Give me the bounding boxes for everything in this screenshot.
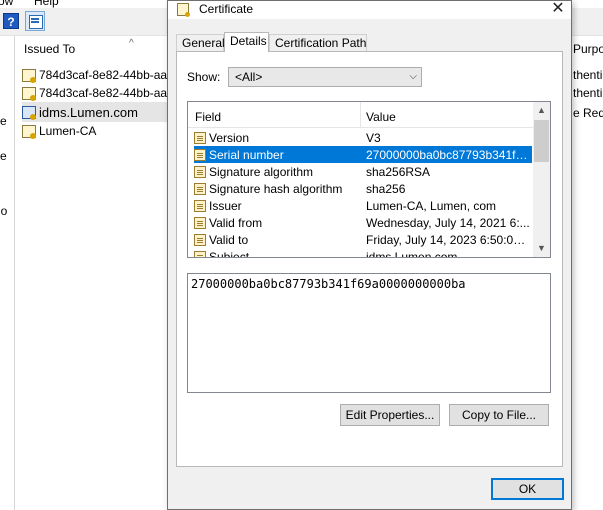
copy-to-file-button[interactable]: Copy to File... — [449, 404, 549, 426]
scrollbar-thumb[interactable] — [534, 120, 549, 162]
certificate-purpose: e Requ — [573, 106, 603, 120]
tree-item-fragment[interactable]: tie — [0, 149, 7, 163]
field-name: Valid to — [209, 232, 249, 247]
field-row[interactable]: Subject idms.Lumen.com — [194, 248, 532, 258]
field-value: Lumen-CA, Lumen, com — [366, 198, 497, 213]
tree-item-fragment[interactable]: ho — [0, 204, 7, 218]
show-dropdown-value: <All> — [235, 70, 263, 84]
field-row[interactable]: Issuer Lumen-CA, Lumen, com — [194, 197, 532, 214]
field-icon — [194, 148, 206, 161]
tab-general[interactable]: General — [176, 34, 225, 52]
field-value: V3 — [366, 130, 381, 145]
column-header-intended-purposes[interactable]: Purpo — [573, 42, 603, 56]
certificate-icon — [177, 3, 190, 17]
show-hide-console-tree-icon[interactable] — [25, 11, 45, 31]
field-name: Signature hash algorithm — [209, 181, 343, 196]
field-row-selected[interactable]: Serial number 27000000ba0bc87793b341f69.… — [194, 146, 532, 163]
edit-properties-button[interactable]: Edit Properties... — [340, 404, 440, 426]
tree-item-fragment[interactable]: tie — [0, 114, 7, 128]
field-value: idms.Lumen.com — [366, 249, 458, 258]
certificate-name: 784d3caf-8e82-44bb-aa0 — [39, 86, 174, 100]
scroll-down-icon[interactable]: ▼ — [533, 240, 550, 257]
field-icon — [194, 182, 206, 195]
field-icon — [194, 216, 206, 229]
chevron-down-icon: ⌵ — [409, 71, 417, 82]
fields-list-header: Field Value — [188, 102, 533, 128]
field-row[interactable]: Signature algorithm sha256RSA — [194, 163, 532, 180]
field-icon — [194, 233, 206, 246]
column-divider[interactable] — [360, 102, 361, 128]
field-row[interactable]: Valid from Wednesday, July 14, 2021 6:..… — [194, 214, 532, 231]
certificate-icon — [22, 86, 36, 101]
field-value: sha256RSA — [366, 164, 431, 179]
field-row[interactable]: Signature hash algorithm sha256 — [194, 180, 532, 197]
field-value-textbox[interactable]: 27000000ba0bc87793b341f69a0000000000ba — [187, 273, 551, 393]
menu-item-view[interactable]: ow — [0, 0, 13, 8]
field-icon — [194, 199, 206, 212]
field-icon — [194, 250, 206, 257]
dialog-title: Certificate — [199, 2, 254, 16]
help-icon[interactable]: ? — [3, 13, 19, 29]
field-row[interactable]: Version V3 — [194, 129, 532, 146]
column-header-field[interactable]: Field — [195, 110, 221, 124]
field-name: Valid from — [209, 215, 263, 230]
field-name: Signature algorithm — [209, 164, 314, 179]
certificate-icon — [22, 105, 36, 120]
certificate-name: 784d3caf-8e82-44bb-aa0 — [39, 68, 174, 82]
certificate-icon — [22, 124, 36, 139]
tab-details[interactable]: Details — [224, 32, 269, 52]
list-item[interactable]: 784d3caf-8e82-44bb-aa0 — [22, 83, 182, 103]
tab-certification-path[interactable]: Certification Path — [269, 34, 367, 52]
list-item[interactable]: 784d3caf-8e82-44bb-aa0 — [22, 65, 182, 85]
certificate-icon — [22, 68, 36, 83]
field-value: 27000000ba0bc87793b341f69... — [366, 147, 531, 162]
column-header-value[interactable]: Value — [366, 110, 396, 124]
certificate-name: idms.Lumen.com — [39, 104, 138, 120]
dialog-titlebar[interactable]: Certificate ✕ — [168, 1, 571, 19]
show-label: Show: — [187, 70, 221, 84]
field-name: Subject — [209, 249, 250, 258]
ok-button[interactable]: OK — [491, 478, 564, 500]
show-dropdown[interactable]: <All> ⌵ — [228, 67, 422, 87]
field-value: sha256 — [366, 181, 406, 196]
fields-list[interactable]: Field Value Version V3 Serial number 270… — [187, 101, 551, 258]
scroll-up-icon[interactable]: ▲ — [533, 102, 550, 119]
column-header-issued-to[interactable]: Issued To — [24, 42, 75, 56]
field-icon — [194, 131, 206, 144]
details-panel: Show: <All> ⌵ Field Value Version V3 Ser… — [176, 51, 563, 467]
certificate-purpose: thenti — [573, 68, 603, 82]
field-row[interactable]: Valid to Friday, July 14, 2023 6:50:06 .… — [194, 231, 532, 248]
sort-ascending-icon: ^ — [129, 38, 134, 49]
field-name: Issuer — [209, 198, 242, 213]
certificate-purpose: thenti — [573, 86, 603, 100]
console-tree-pane: tie tie ho — [0, 36, 15, 510]
certificate-dialog: Certificate ✕ General Details Certificat… — [167, 0, 572, 510]
menu-item-help[interactable]: Help — [34, 0, 59, 8]
field-icon — [194, 165, 206, 178]
list-item[interactable]: Lumen-CA — [22, 121, 182, 141]
fields-list-scrollbar[interactable]: ▲ ▼ — [533, 102, 550, 257]
certificate-name: Lumen-CA — [39, 124, 97, 138]
close-button[interactable]: ✕ — [546, 1, 570, 19]
field-value: Friday, July 14, 2023 6:50:06 ... — [366, 232, 531, 247]
field-name: Version — [209, 130, 250, 145]
field-name: Serial number — [209, 147, 284, 162]
field-value: Wednesday, July 14, 2021 6:... — [366, 215, 530, 230]
